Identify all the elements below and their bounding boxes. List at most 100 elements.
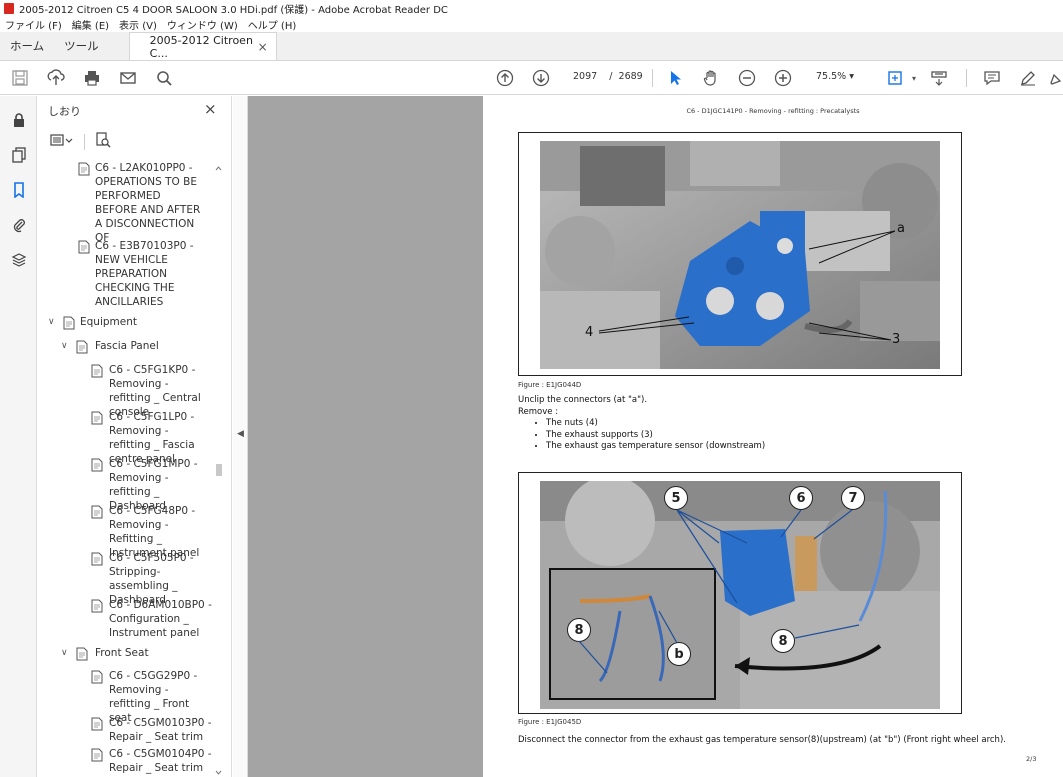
page-total: 2689 bbox=[618, 71, 643, 82]
instruction-unclip: Unclip the connectors (at "a"). bbox=[518, 395, 648, 405]
bookmarks-toolbar-divider bbox=[84, 133, 85, 150]
document-icon bbox=[91, 599, 103, 613]
bookmark-group-equipment[interactable]: ∨ Equipment bbox=[48, 315, 213, 330]
document-icon bbox=[91, 364, 103, 378]
collapse-chevron-icon[interactable]: ∨ bbox=[61, 646, 68, 660]
instruction-disconnect: Disconnect the connector from the exhaus… bbox=[518, 735, 1006, 745]
highlight-icon[interactable] bbox=[1045, 67, 1063, 89]
document-icon bbox=[91, 748, 103, 762]
collapse-chevron-icon[interactable]: ∨ bbox=[48, 315, 55, 329]
document-icon bbox=[91, 458, 103, 472]
document-icon bbox=[76, 647, 88, 661]
remove-item: The nuts (4) bbox=[546, 418, 1018, 430]
figure-frame: 5 6 7 8 b 8 bbox=[518, 472, 962, 714]
tab-close-icon[interactable]: × bbox=[258, 40, 268, 54]
bookmark-item[interactable]: C6 - L2AK010PP0 - OPERATIONS TO BE PERFO… bbox=[78, 162, 203, 245]
fit-dropdown-caret-icon[interactable]: ▾ bbox=[903, 67, 925, 89]
bookmark-tree: C6 - L2AK010PP0 - OPERATIONS TO BE PERFO… bbox=[38, 162, 222, 777]
lock-icon[interactable] bbox=[9, 110, 28, 129]
email-icon[interactable] bbox=[117, 67, 139, 89]
document-viewer[interactable]: C6 - D1JGC141P0 - Removing - refitting :… bbox=[248, 96, 1063, 777]
bookmark-label: C6 - C5GM0104P0 - Repair _ Seat trim bbox=[109, 748, 212, 774]
bookmarks-scroll-thumb[interactable] bbox=[216, 464, 222, 476]
menu-window[interactable]: ウィンドウ (W) bbox=[167, 17, 238, 32]
bookmark-label: C6 - L2AK010PP0 - OPERATIONS TO BE PERFO… bbox=[95, 162, 201, 244]
find-bookmark-icon[interactable] bbox=[95, 132, 111, 151]
document-icon bbox=[91, 411, 103, 425]
remove-item: The exhaust supports (3) bbox=[546, 430, 1018, 442]
zoom-out-icon[interactable] bbox=[736, 67, 758, 89]
tab-document-label: 2005-2012 Citroen C... bbox=[149, 33, 253, 60]
tab-home[interactable]: ホーム bbox=[0, 31, 54, 60]
print-icon[interactable] bbox=[81, 67, 103, 89]
bookmark-item[interactable]: C6 - D6AM010BP0 - Configuration _ Instru… bbox=[91, 598, 213, 640]
tab-document[interactable]: 2005-2012 Citroen C... × bbox=[128, 32, 277, 60]
menu-bar: ファイル (F) 編集 (E) 表示 (V) ウィンドウ (W) ヘルプ (H) bbox=[0, 16, 1063, 32]
layers-icon[interactable] bbox=[9, 250, 28, 269]
remove-list: The nuts (4) The exhaust supports (3) Th… bbox=[518, 418, 1018, 453]
save-icon[interactable] bbox=[9, 67, 31, 89]
callout-lines bbox=[598, 230, 896, 341]
bookmark-label: C6 - D6AM010BP0 - Configuration _ Instru… bbox=[109, 599, 212, 639]
search-icon[interactable] bbox=[153, 67, 175, 89]
zoom-value: 75.5% bbox=[816, 71, 847, 82]
upload-icon[interactable] bbox=[45, 67, 67, 89]
page-header: C6 - D1JGC141P0 - Removing - refitting :… bbox=[686, 107, 860, 115]
bookmarks-panel: しおり × C6 - L2AK010PP0 - OPERATIONS TO BE… bbox=[38, 96, 232, 777]
page-indicator: 2097 / 2689 bbox=[573, 71, 643, 82]
next-page-icon[interactable] bbox=[530, 67, 552, 89]
pages-icon[interactable] bbox=[9, 145, 28, 164]
bookmarks-toolbar bbox=[50, 132, 111, 151]
bookmarks-title: しおり bbox=[48, 105, 81, 118]
title-bar: 2005-2012 Citroen C5 4 DOOR SALOON 3.0 H… bbox=[0, 0, 1063, 16]
attachment-icon[interactable] bbox=[9, 215, 28, 234]
bookmark-icon[interactable] bbox=[9, 180, 28, 199]
toolbar-divider-2 bbox=[966, 69, 967, 87]
zoom-in-icon[interactable] bbox=[772, 67, 794, 89]
zoom-dropdown-caret-icon[interactable]: ▾ bbox=[849, 71, 854, 82]
toolbar: 2097 / 2689 75.5% ▾ ▾ bbox=[0, 61, 1063, 95]
document-icon bbox=[78, 162, 90, 176]
read-mode-icon[interactable] bbox=[928, 67, 950, 89]
tab-tools[interactable]: ツール bbox=[54, 31, 109, 60]
menu-view[interactable]: 表示 (V) bbox=[119, 17, 157, 32]
hand-tool-icon[interactable] bbox=[700, 67, 722, 89]
page-current-input[interactable]: 2097 bbox=[573, 71, 597, 82]
document-icon bbox=[63, 316, 75, 330]
collapse-left-icon[interactable]: ◀ bbox=[237, 429, 244, 439]
collapse-chevron-icon[interactable]: ∨ bbox=[61, 339, 68, 353]
menu-file[interactable]: ファイル (F) bbox=[5, 17, 62, 32]
document-icon bbox=[91, 552, 103, 566]
menu-edit[interactable]: 編集 (E) bbox=[72, 17, 109, 32]
acrobat-logo-icon bbox=[4, 2, 14, 14]
instruction-block: Unclip the connectors (at "a"). Remove :… bbox=[518, 395, 1018, 453]
bookmark-label: C6 - C5GM0103P0 - Repair _ Seat trim bbox=[109, 717, 212, 743]
bookmark-item[interactable]: C6 - C5GM0103P0 - Repair _ Seat trim bbox=[91, 716, 213, 744]
menu-help[interactable]: ヘルプ (H) bbox=[248, 17, 297, 32]
close-panel-icon[interactable]: × bbox=[204, 100, 217, 118]
bookmark-group-fascia-panel[interactable]: ∨ Fascia Panel bbox=[61, 339, 211, 354]
pen-icon[interactable] bbox=[1017, 67, 1039, 89]
comment-icon[interactable] bbox=[981, 67, 1003, 89]
figure1-caption: Figure : E1JG044D bbox=[518, 381, 582, 389]
document-icon bbox=[91, 505, 103, 519]
bookmark-item[interactable]: C6 - E3B70103P0 - NEW VEHICLE PREPARATIO… bbox=[78, 239, 203, 309]
select-cursor-icon[interactable] bbox=[664, 67, 686, 89]
pdf-page: C6 - D1JGC141P0 - Removing - refitting :… bbox=[483, 96, 1063, 777]
bookmark-item[interactable]: C6 - C5GM0104P0 - Repair _ Seat trim bbox=[91, 747, 213, 775]
tab-bar: ホーム ツール 2005-2012 Citroen C... × bbox=[0, 32, 1063, 61]
toolbar-divider bbox=[652, 69, 653, 87]
document-icon bbox=[78, 240, 90, 254]
document-icon bbox=[91, 670, 103, 684]
window-title: 2005-2012 Citroen C5 4 DOOR SALOON 3.0 H… bbox=[19, 4, 448, 16]
bookmark-options-icon[interactable] bbox=[50, 133, 74, 150]
callout-lines-2 bbox=[578, 509, 860, 674]
navigation-rail bbox=[0, 96, 37, 777]
bookmark-group-front-seat[interactable]: ∨ Front Seat bbox=[61, 646, 211, 661]
remove-item: The exhaust gas temperature sensor (down… bbox=[546, 441, 1018, 453]
page-separator: / bbox=[609, 71, 613, 82]
previous-page-icon[interactable] bbox=[494, 67, 516, 89]
page-number: 2/3 bbox=[1026, 755, 1037, 763]
zoom-level[interactable]: 75.5% ▾ bbox=[816, 71, 854, 82]
panel-collapse-handle[interactable]: ◀ bbox=[233, 96, 248, 777]
